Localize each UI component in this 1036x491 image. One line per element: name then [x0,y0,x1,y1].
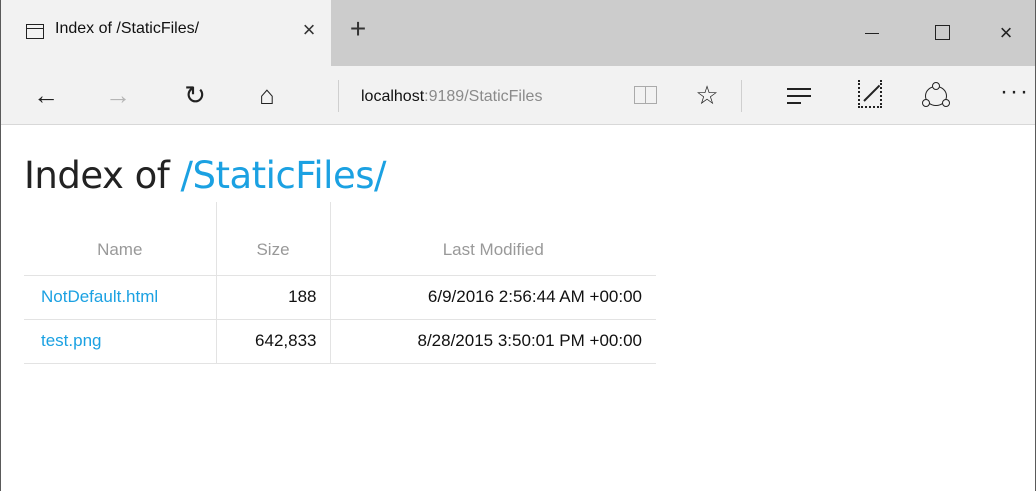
column-header-last-modified: Last Modified [329,202,656,276]
table-row: test.png 642,833 8/28/2015 3:50:01 PM +0… [24,319,656,364]
back-button[interactable]: ← [23,72,69,118]
window-close-button[interactable]: × [971,0,1036,66]
file-name-cell: NotDefault.html [24,275,216,320]
more-actions-icon[interactable]: ··· [993,72,1036,118]
hub-icon[interactable] [787,86,811,106]
file-modified-cell: 6/9/2016 2:56:44 AM +00:00 [329,275,656,320]
tab-active[interactable]: Index of /StaticFiles/ × [1,0,331,66]
toolbar-divider [338,80,339,112]
toolbar-divider [741,80,742,112]
page-title: Index of /StaticFiles/ [24,154,386,197]
share-icon[interactable] [922,82,950,109]
file-name-cell: test.png [24,319,216,364]
address-bar[interactable]: localhost:9189/StaticFiles [361,84,542,110]
hub-icon-line [787,102,801,104]
column-header-size: Size [215,202,330,276]
tab-title: Index of /StaticFiles/ [55,20,200,37]
file-link[interactable]: test.png [41,331,102,350]
file-modified-cell: 8/28/2015 3:50:01 PM +00:00 [329,319,656,364]
hub-icon-line [787,95,811,97]
page-icon [26,24,44,39]
file-size-cell: 642,833 [215,319,330,364]
share-icon-node [922,99,930,107]
directory-listing-table: Name Size Last Modified NotDefault.html … [24,202,656,364]
reading-view-page-right [645,86,657,104]
minimize-button[interactable] [837,0,907,66]
tab-close-icon[interactable]: × [297,15,321,45]
page-content: Index of /StaticFiles/ Name Size Last Mo… [1,126,1035,491]
maximize-button[interactable] [907,0,977,66]
table-row: NotDefault.html 188 6/9/2016 2:56:44 AM … [24,275,656,320]
column-header-name: Name [24,202,216,276]
file-size-cell: 188 [215,275,330,320]
table-header-row: Name Size Last Modified [24,202,656,276]
file-link[interactable]: NotDefault.html [41,287,158,306]
share-icon-node [942,99,950,107]
address-path: :9189/StaticFiles [424,88,543,105]
web-note-icon[interactable] [858,80,882,108]
page-title-prefix: Index of [24,154,181,197]
refresh-button[interactable]: ↻ [172,72,218,118]
page-title-path-link[interactable]: /StaticFiles/ [181,154,387,197]
navigation-toolbar: ← → ↻ ⌂ localhost:9189/StaticFiles ☆ ··· [1,66,1035,125]
address-host: localhost [361,88,425,105]
favorite-star-icon[interactable]: ☆ [684,72,730,118]
hub-icon-line [787,88,811,90]
home-button[interactable]: ⌂ [244,72,290,118]
tab-strip: Index of /StaticFiles/ × + × [1,0,1035,66]
browser-window: Index of /StaticFiles/ × + × ← → ↻ ⌂ loc… [0,0,1036,491]
new-tab-button[interactable]: + [343,12,373,46]
forward-button[interactable]: → [95,72,141,118]
share-icon-node [932,82,940,90]
reading-view-icon[interactable] [634,84,660,106]
